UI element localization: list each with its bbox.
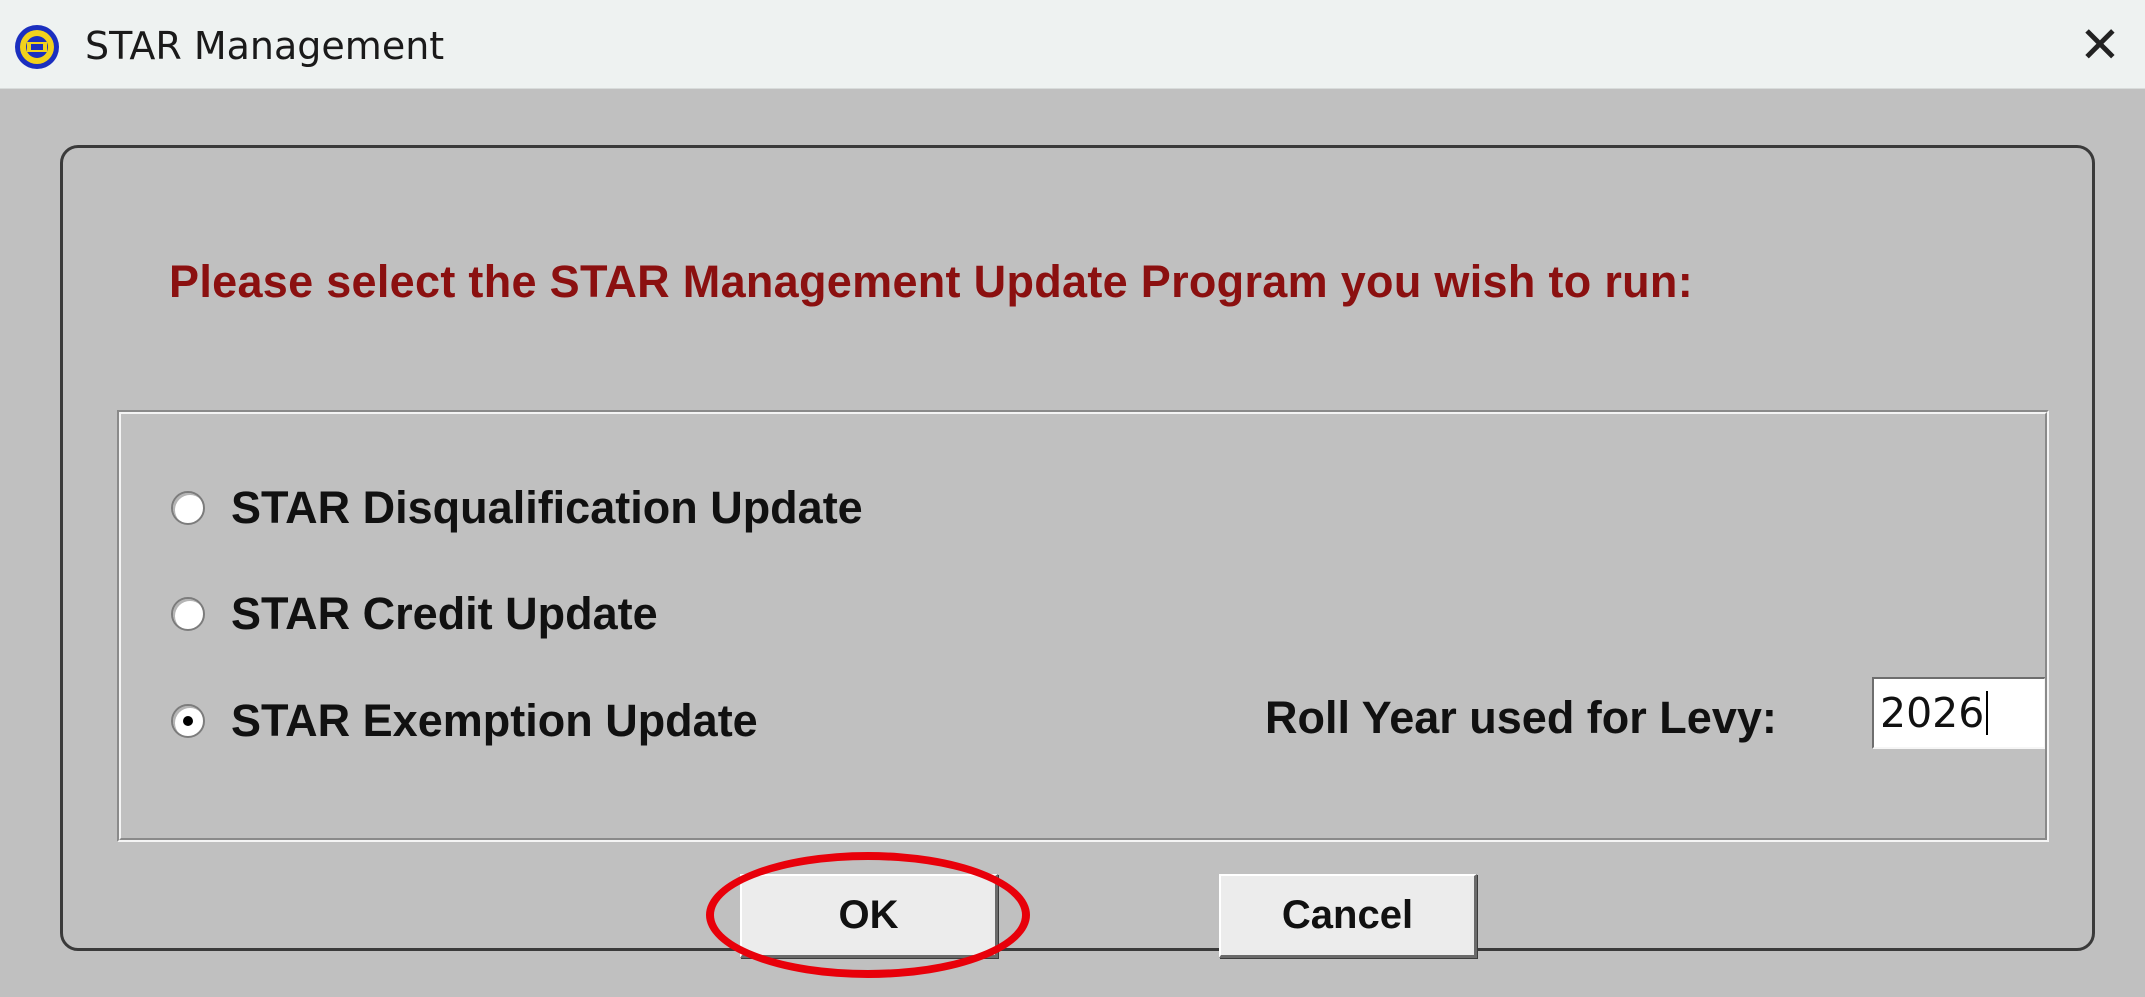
text-caret: [1986, 691, 1989, 735]
option-label: STAR Exemption Update: [231, 695, 758, 746]
cancel-button[interactable]: Cancel: [1219, 874, 1477, 958]
radio-button[interactable]: [171, 491, 205, 525]
option-label: STAR Credit Update: [231, 588, 658, 639]
options-panel: STAR Disqualification Update STAR Credit…: [117, 410, 2049, 842]
window-title: STAR Management: [85, 24, 445, 68]
roll-year-label: Roll Year used for Levy:: [1265, 692, 1777, 743]
title-bar: STAR Management ✕: [0, 0, 2145, 89]
app-globe-icon: [15, 25, 59, 69]
option-exemption[interactable]: STAR Exemption Update: [171, 695, 758, 747]
radio-button[interactable]: [171, 597, 205, 631]
option-label: STAR Disqualification Update: [231, 482, 863, 533]
option-disqualification[interactable]: STAR Disqualification Update: [171, 482, 863, 534]
option-credit[interactable]: STAR Credit Update: [171, 588, 658, 640]
selection-group: Please select the STAR Management Update…: [60, 145, 2095, 978]
instruction-prompt: Please select the STAR Management Update…: [169, 256, 1693, 307]
roll-year-value: 2026: [1880, 689, 1985, 737]
radio-button-selected[interactable]: [171, 704, 205, 738]
roll-year-input[interactable]: 2026: [1872, 677, 2046, 749]
close-icon[interactable]: ✕: [2060, 14, 2140, 76]
dialog-client-area: Please select the STAR Management Update…: [0, 89, 2145, 997]
ok-button[interactable]: OK: [740, 874, 998, 958]
